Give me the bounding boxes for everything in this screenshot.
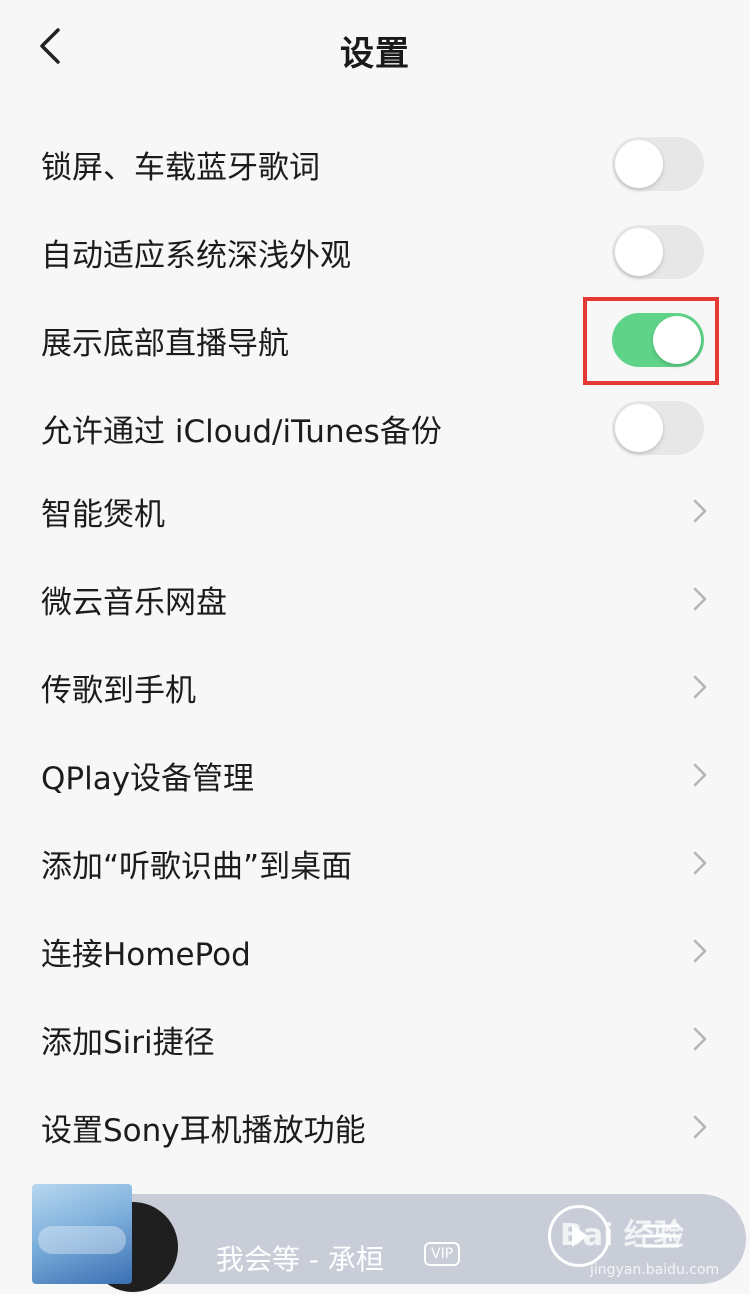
chevron-right-icon: [693, 1027, 707, 1051]
setting-row-song-recognition-shortcut[interactable]: 添加“听歌识曲”到桌面: [0, 819, 750, 907]
setting-row-smart-burnin[interactable]: 智能煲机: [0, 467, 750, 555]
setting-label: 设置Sony耳机播放功能: [41, 1112, 366, 1149]
album-cover[interactable]: [32, 1184, 132, 1284]
settings-page: 设置 锁屏、车载蓝牙歌词 自动适应系统深浅外观 展示底部直播导航 允许通过 iC…: [0, 0, 750, 1294]
setting-label: 连接HomePod: [41, 936, 251, 973]
setting-row-sony-headphones[interactable]: 设置Sony耳机播放功能: [0, 1083, 750, 1171]
icloud-backup-toggle[interactable]: [612, 401, 704, 455]
setting-row-auto-appearance: 自动适应系统深浅外观: [0, 208, 750, 296]
chevron-right-icon: [693, 1115, 707, 1139]
setting-row-lockscreen-lyrics: 锁屏、车载蓝牙歌词: [0, 120, 750, 208]
setting-label: QPlay设备管理: [41, 760, 255, 797]
chevron-right-icon: [693, 763, 707, 787]
setting-label: 微云音乐网盘: [41, 584, 227, 621]
setting-label: 传歌到手机: [41, 672, 196, 709]
toggle-knob: [615, 404, 663, 452]
setting-label: 展示底部直播导航: [41, 325, 289, 362]
setting-label: 智能煲机: [41, 496, 165, 533]
setting-row-homepod[interactable]: 连接HomePod: [0, 907, 750, 995]
setting-row-weiyun-disk[interactable]: 微云音乐网盘: [0, 555, 750, 643]
header: 设置: [0, 0, 750, 92]
toggle-knob: [615, 140, 663, 188]
setting-label: 允许通过 iCloud/iTunes备份: [41, 413, 442, 450]
lockscreen-lyrics-toggle[interactable]: [612, 137, 704, 191]
chevron-right-icon: [693, 499, 707, 523]
chevron-right-icon: [693, 587, 707, 611]
vip-badge: VIP: [424, 1242, 461, 1266]
setting-label: 锁屏、车载蓝牙歌词: [41, 149, 320, 186]
highlight-box: [583, 297, 719, 385]
setting-row-icloud-backup: 允许通过 iCloud/iTunes备份: [0, 384, 750, 472]
album-art-graphic: [38, 1226, 126, 1254]
chevron-right-icon: [693, 939, 707, 963]
chevron-right-icon: [693, 851, 707, 875]
baidu-watermark: Bai 经验: [560, 1218, 684, 1253]
chevron-right-icon: [693, 675, 707, 699]
setting-row-qplay[interactable]: QPlay设备管理: [0, 731, 750, 819]
setting-row-siri-shortcut[interactable]: 添加Siri捷径: [0, 995, 750, 1083]
setting-label: 添加“听歌识曲”到桌面: [41, 848, 353, 885]
setting-row-transfer-to-phone[interactable]: 传歌到手机: [0, 643, 750, 731]
setting-label: 添加Siri捷径: [41, 1024, 215, 1061]
baidu-watermark-url: jingyan.baidu.com: [590, 1262, 720, 1278]
toggle-knob: [615, 228, 663, 276]
page-title: 设置: [340, 34, 410, 74]
setting-label: 自动适应系统深浅外观: [41, 237, 351, 274]
auto-appearance-toggle[interactable]: [612, 225, 704, 279]
song-title: 我会等 - 承桓: [216, 1243, 384, 1276]
